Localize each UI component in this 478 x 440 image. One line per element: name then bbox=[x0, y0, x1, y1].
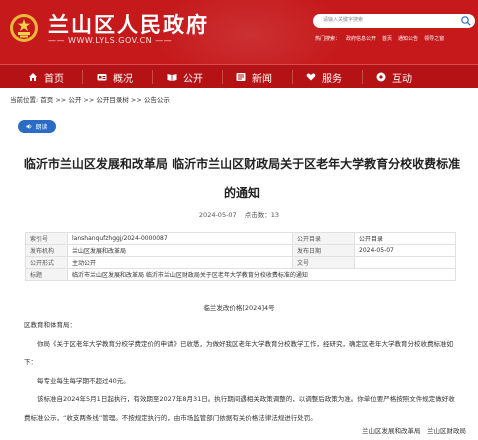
catalog-label: 公开目录 bbox=[292, 232, 355, 245]
read-aloud-label: 朗读 bbox=[35, 124, 48, 131]
article-title: 临沂市兰山区发展和改革局 临沂市兰山区财政局关于区老年大学教育分校收费标准的通知 bbox=[23, 157, 461, 200]
nav-item-news[interactable]: 新闻 bbox=[236, 65, 272, 89]
document-number: 临兰发改价格[2024]4号 bbox=[203, 304, 275, 312]
paragraph: 你局《关于区老年大学教育分校学费定价的申请》已收悉，为做好我区老年大学教育分校教… bbox=[24, 339, 453, 367]
site-header: 兰山区人民政府 —— WWW.LYLS.GOV.CN —— 请输入关键字搜索 热… bbox=[0, 0, 478, 64]
nav-label: 首页 bbox=[44, 73, 64, 85]
breadcrumb-link-home[interactable]: 首页 bbox=[40, 96, 53, 104]
nav-divider bbox=[362, 70, 363, 84]
nav-item-open[interactable]: 公开 bbox=[167, 65, 203, 89]
nav-item-overview[interactable]: 概况 bbox=[97, 65, 133, 89]
docno-value bbox=[354, 256, 456, 269]
hot-link[interactable]: 政府信息公开 bbox=[346, 35, 376, 42]
table-row: 公开形式 主动公开 文号 bbox=[25, 256, 456, 269]
hot-link[interactable]: 通知公告 bbox=[398, 35, 418, 42]
breadcrumb: 当前位置: 首页 >> 公开 >> 公开目录树 >> 公告公示 bbox=[10, 94, 170, 104]
breadcrumb-separator: >> bbox=[81, 96, 97, 104]
overview-card-icon bbox=[97, 74, 107, 81]
hot-link[interactable]: 领导之窗 bbox=[424, 35, 444, 42]
breadcrumb-link-notice[interactable]: 公告公示 bbox=[144, 96, 170, 104]
document-info-table: 索引号 lanshanqufzhggj/2024-0000087 公开目录 公开… bbox=[25, 232, 456, 281]
publish-info: 2024-05-07 点击数：13 bbox=[0, 209, 478, 219]
table-row: 标题 临沂市兰山区发展和改革局 临沂市兰山区财政局关于区老年大学教育分校收费标准… bbox=[25, 268, 456, 281]
form-label: 公开形式 bbox=[25, 256, 68, 269]
breadcrumb-link-open[interactable]: 公开 bbox=[68, 96, 81, 104]
org-value: 兰山区发展和改革局 bbox=[67, 244, 293, 257]
nav-divider bbox=[222, 70, 223, 84]
subject-value: 临沂市兰山区发展和改革局 临沂市兰山区财政局关于区老年大学教育分校收费标准的通知 bbox=[67, 268, 456, 281]
search-input[interactable]: 请输入关键字搜索 bbox=[323, 16, 363, 23]
nav-item-interaction[interactable]: 互动 bbox=[376, 65, 412, 89]
hot-search-links: 热门搜索： 政府信息公开 首页 通知公告 领导之窗 bbox=[315, 35, 444, 42]
views-count: 13 bbox=[270, 211, 280, 219]
site-url: —— WWW.LYLS.GOV.CN —— bbox=[48, 36, 173, 45]
recipient: 区教育和体育局： bbox=[24, 321, 76, 329]
nav-divider bbox=[82, 70, 83, 84]
hot-search-label: 热门搜索： bbox=[315, 36, 341, 42]
nav-item-home[interactable]: 首页 bbox=[28, 65, 64, 89]
table-row: 索引号 lanshanqufzhggj/2024-0000087 公开目录 公开… bbox=[25, 232, 456, 245]
search-box[interactable]: 请输入关键字搜索 bbox=[313, 14, 475, 28]
date-value: 2024-05-07 bbox=[354, 244, 456, 257]
main-nav: 首页 概况 公开 新闻 服务 互动 bbox=[0, 64, 478, 88]
nav-label: 新闻 bbox=[252, 73, 272, 85]
interaction-circle-icon bbox=[376, 72, 386, 82]
breadcrumb-prefix: 当前位置: bbox=[10, 96, 39, 104]
publish-date: 2024-05-07 bbox=[198, 211, 237, 219]
open-book-icon bbox=[167, 74, 177, 81]
signature: 兰山区发展和改革局 兰山区财政局 bbox=[362, 427, 466, 435]
national-emblem-icon bbox=[10, 14, 38, 42]
newspaper-icon bbox=[236, 73, 246, 81]
org-label: 发布机构 bbox=[25, 244, 68, 257]
subject-label: 标题 bbox=[25, 268, 68, 281]
catalog-value: 公开目录 bbox=[354, 232, 456, 245]
index-label: 索引号 bbox=[25, 232, 68, 245]
hot-link[interactable]: 首页 bbox=[382, 35, 392, 42]
search-icon[interactable] bbox=[460, 15, 472, 27]
nav-label: 服务 bbox=[322, 73, 342, 85]
views-label: 点击数： bbox=[244, 211, 271, 219]
breadcrumb-separator: >> bbox=[128, 96, 144, 104]
table-row: 发布机构 兰山区发展和改革局 发布日期 2024-05-07 bbox=[25, 244, 456, 257]
form-value: 主动公开 bbox=[67, 256, 293, 269]
nav-item-service[interactable]: 服务 bbox=[306, 65, 342, 89]
index-value: lanshanqufzhggj/2024-0000087 bbox=[67, 232, 293, 245]
nav-divider bbox=[292, 70, 293, 84]
date-label: 发布日期 bbox=[292, 244, 355, 257]
paragraph: 每专业每生每学期不超过40元。 bbox=[37, 376, 130, 385]
nav-label: 公开 bbox=[183, 73, 203, 85]
docno-label: 文号 bbox=[292, 256, 355, 269]
article-body: 区教育和体育局： 你局《关于区老年大学教育分校学费定价的申请》已收悉，为做好我区… bbox=[24, 316, 456, 427]
breadcrumb-link-catalog[interactable]: 公开目录树 bbox=[96, 96, 129, 104]
heart-hand-icon bbox=[306, 73, 316, 81]
speaker-icon bbox=[26, 124, 32, 129]
nav-divider bbox=[152, 70, 153, 84]
paragraph: 该标准自2024年5月1日起执行，有效期至2027年8月31日。执行期间遇相关政… bbox=[24, 395, 455, 422]
nav-label: 互动 bbox=[392, 73, 412, 85]
site-title[interactable]: 兰山区人民政府 bbox=[48, 9, 209, 39]
breadcrumb-separator: >> bbox=[53, 96, 69, 104]
nav-label: 概况 bbox=[113, 73, 133, 85]
home-icon bbox=[29, 73, 37, 81]
read-aloud-button[interactable]: 朗读 bbox=[18, 120, 56, 133]
